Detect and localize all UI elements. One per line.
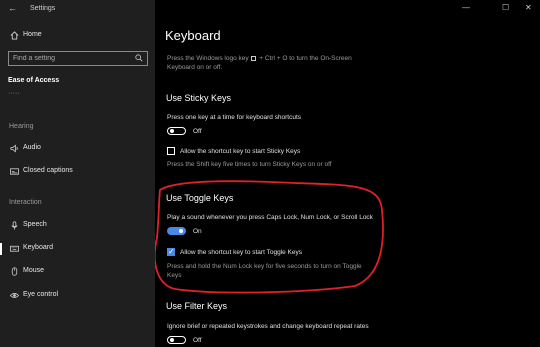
mouse-icon — [9, 267, 19, 277]
section-header-hearing: Hearing — [9, 123, 34, 130]
speaker-icon — [9, 144, 19, 154]
sidebar-item-keyboard[interactable]: Keyboard — [0, 241, 155, 257]
sidebar-item-label: Home — [23, 31, 42, 38]
captions-icon — [9, 167, 19, 177]
sidebar-item-label: Closed captions — [23, 167, 73, 174]
sidebar-item-audio[interactable]: Audio — [0, 141, 155, 157]
main-content: — ☐ ✕ Keyboard Press the Windows logo ke… — [155, 0, 540, 347]
sidebar-item-closed-captions[interactable]: Closed captions — [0, 164, 155, 180]
overflow-indicator: ····· — [8, 90, 20, 97]
sidebar-item-label: Eye control — [23, 291, 59, 298]
sidebar-item-label: Keyboard — [23, 244, 53, 251]
sidebar-item-home[interactable]: Home — [0, 28, 155, 44]
section-header-interaction: Interaction — [9, 199, 42, 206]
sidebar-item-label: Audio — [23, 144, 41, 151]
sidebar-item-mouse[interactable]: Mouse — [0, 264, 155, 280]
sidebar-item-label: Speech — [23, 221, 47, 228]
keyboard-icon — [9, 244, 19, 254]
home-icon — [9, 31, 19, 41]
microphone-icon — [9, 221, 19, 231]
search-box[interactable] — [8, 51, 148, 66]
search-input[interactable] — [13, 52, 123, 65]
search-icon[interactable] — [135, 54, 143, 62]
annotation-circle — [155, 180, 384, 294]
sidebar-item-eye-control[interactable]: Eye control — [0, 288, 155, 304]
sidebar: ← Settings Home Ease of Access ····· Hea… — [0, 0, 155, 347]
sidebar-item-label: Mouse — [23, 267, 45, 274]
back-arrow-icon[interactable]: ← — [8, 3, 17, 13]
app-title: Settings — [30, 5, 56, 12]
category-title: Ease of Access — [8, 77, 60, 84]
eye-icon — [9, 291, 19, 301]
sidebar-item-speech[interactable]: Speech — [0, 218, 155, 234]
